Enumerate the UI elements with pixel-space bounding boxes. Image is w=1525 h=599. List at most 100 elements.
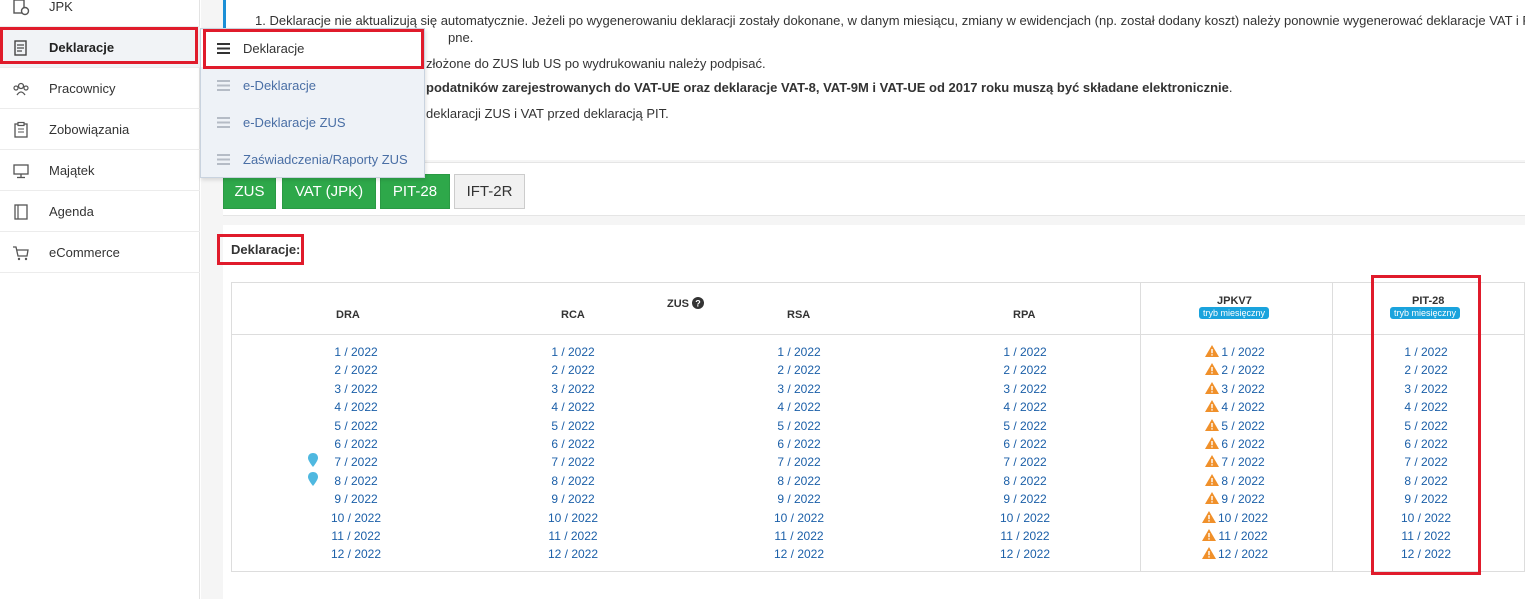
rpa-period-link[interactable]: 3 / 2022 xyxy=(975,380,1075,398)
warning-icon xyxy=(1205,345,1220,357)
jpkv7-period-link[interactable]: 11 / 2022 xyxy=(1218,529,1267,543)
jpkv7-period-link[interactable]: 9 / 2022 xyxy=(1221,492,1264,506)
rca-period-link[interactable]: 7 / 2022 xyxy=(523,453,623,471)
rca-period-link[interactable]: 3 / 2022 xyxy=(523,380,623,398)
dra-period-link[interactable]: 6 / 2022 xyxy=(306,435,406,453)
rsa-period-link[interactable]: 4 / 2022 xyxy=(749,398,849,416)
jpkv7-period-link[interactable]: 2 / 2022 xyxy=(1221,363,1264,377)
sidebar-item-zobowiazania[interactable]: Zobowiązania xyxy=(0,109,200,150)
rca-period-link[interactable]: 11 / 2022 xyxy=(523,527,623,545)
rsa-period-link[interactable]: 5 / 2022 xyxy=(749,417,849,435)
pit28-period-link[interactable]: 6 / 2022 xyxy=(1376,435,1476,453)
dra-period-link[interactable]: 11 / 2022 xyxy=(306,527,406,545)
rsa-period-link[interactable]: 11 / 2022 xyxy=(749,527,849,545)
sidebar-item-majatek[interactable]: Majątek xyxy=(0,150,200,191)
rpa-period-link[interactable]: 7 / 2022 xyxy=(975,453,1075,471)
help-icon[interactable]: ? xyxy=(692,297,705,309)
pit28-period-link[interactable]: 9 / 2022 xyxy=(1376,490,1476,508)
pit28-period-link[interactable]: 8 / 2022 xyxy=(1376,472,1476,490)
dra-period-link[interactable]: 4 / 2022 xyxy=(306,398,406,416)
rca-period-link[interactable]: 9 / 2022 xyxy=(523,490,623,508)
pit28-period-link[interactable]: 4 / 2022 xyxy=(1376,398,1476,416)
submenu-item-e-deklaracje-zus[interactable]: e-Deklaracje ZUS xyxy=(201,104,424,141)
sidebar-item-label: eCommerce xyxy=(49,245,120,260)
sidebar-item-deklaracje[interactable]: Deklaracje xyxy=(0,27,200,68)
pit28-period-link[interactable]: 10 / 2022 xyxy=(1376,509,1476,527)
sidebar-item-label: Zobowiązania xyxy=(49,122,130,137)
submenu-item-label: Zaświadczenia/Raporty ZUS xyxy=(243,152,408,167)
jpkv7-period-row: 1 / 2022 xyxy=(1185,343,1285,361)
submenu-item-e-deklaracje[interactable]: e-Deklaracje xyxy=(201,67,424,104)
jpkv7-period-link[interactable]: 12 / 2022 xyxy=(1218,547,1268,561)
dra-period-link[interactable]: 2 / 2022 xyxy=(306,361,406,379)
jpkv7-period-link[interactable]: 6 / 2022 xyxy=(1221,437,1264,451)
pit28-period-link[interactable]: 5 / 2022 xyxy=(1376,417,1476,435)
jpkv7-period-link[interactable]: 10 / 2022 xyxy=(1218,511,1268,525)
info-line-3: podatników zarejestrowanych do VAT-UE or… xyxy=(426,80,1232,95)
pit28-period-link[interactable]: 1 / 2022 xyxy=(1376,343,1476,361)
jpkv7-period-link[interactable]: 4 / 2022 xyxy=(1221,400,1264,414)
rpa-period-link[interactable]: 9 / 2022 xyxy=(975,490,1075,508)
jpkv7-period-row: 10 / 2022 xyxy=(1185,509,1285,527)
rsa-period-link[interactable]: 2 / 2022 xyxy=(749,361,849,379)
rpa-period-link[interactable]: 12 / 2022 xyxy=(975,545,1075,563)
rca-period-link[interactable]: 10 / 2022 xyxy=(523,509,623,527)
rsa-period-link[interactable]: 10 / 2022 xyxy=(749,509,849,527)
rsa-period-link[interactable]: 9 / 2022 xyxy=(749,490,849,508)
rpa-period-link[interactable]: 5 / 2022 xyxy=(975,417,1075,435)
submenu-item-deklaracje[interactable]: Deklaracje xyxy=(201,30,424,67)
rsa-period-link[interactable]: 7 / 2022 xyxy=(749,453,849,471)
submenu-item-zaswiadczenia[interactable]: Zaświadczenia/Raporty ZUS xyxy=(201,141,424,178)
sidebar-item-ecommerce[interactable]: eCommerce xyxy=(0,232,200,273)
jpkv7-period-link[interactable]: 1 / 2022 xyxy=(1221,345,1264,359)
tab-zus[interactable]: ZUS xyxy=(223,174,276,209)
dra-period-link[interactable]: 5 / 2022 xyxy=(306,417,406,435)
pit28-period-link[interactable]: 11 / 2022 xyxy=(1376,527,1476,545)
rsa-period-link[interactable]: 3 / 2022 xyxy=(749,380,849,398)
rpa-period-link[interactable]: 11 / 2022 xyxy=(975,527,1075,545)
rsa-period-link[interactable]: 8 / 2022 xyxy=(749,472,849,490)
dra-period-link[interactable]: 1 / 2022 xyxy=(306,343,406,361)
rca-period-link[interactable]: 5 / 2022 xyxy=(523,417,623,435)
rsa-period-link[interactable]: 1 / 2022 xyxy=(749,343,849,361)
rca-period-link[interactable]: 4 / 2022 xyxy=(523,398,623,416)
rsa-period-link[interactable]: 12 / 2022 xyxy=(749,545,849,563)
pit28-period-link[interactable]: 2 / 2022 xyxy=(1376,361,1476,379)
rpa-period-link[interactable]: 1 / 2022 xyxy=(975,343,1075,361)
dra-period-link[interactable]: 10 / 2022 xyxy=(306,509,406,527)
dra-period-link[interactable]: 7 / 2022 xyxy=(306,453,406,471)
dra-period-link[interactable]: 8 / 2022 xyxy=(306,472,406,490)
rca-period-link[interactable]: 8 / 2022 xyxy=(523,472,623,490)
column-divider xyxy=(1332,283,1333,571)
rpa-period-link[interactable]: 6 / 2022 xyxy=(975,435,1075,453)
jpkv7-period-link[interactable]: 8 / 2022 xyxy=(1221,474,1264,488)
tab-ift-2r[interactable]: IFT-2R xyxy=(454,174,525,209)
sidebar-item-agenda[interactable]: Agenda xyxy=(0,191,200,232)
rpa-period-link[interactable]: 2 / 2022 xyxy=(975,361,1075,379)
jpkv7-period-link[interactable]: 5 / 2022 xyxy=(1221,419,1264,433)
rca-period-link[interactable]: 6 / 2022 xyxy=(523,435,623,453)
column-header-rca: RCA xyxy=(561,309,585,321)
tab-vat-jpk[interactable]: VAT (JPK) xyxy=(282,174,376,209)
warning-icon xyxy=(1201,547,1216,560)
pit28-period-link[interactable]: 3 / 2022 xyxy=(1376,380,1476,398)
column-header-rsa: RSA xyxy=(787,309,811,321)
dra-period-link[interactable]: 9 / 2022 xyxy=(306,490,406,508)
rca-period-link[interactable]: 12 / 2022 xyxy=(523,545,623,563)
dra-period-link[interactable]: 12 / 2022 xyxy=(306,545,406,563)
dra-period-link[interactable]: 3 / 2022 xyxy=(306,380,406,398)
rsa-period-link[interactable]: 6 / 2022 xyxy=(749,435,849,453)
tab-pit-28[interactable]: PIT-28 xyxy=(380,174,450,209)
sidebar-item-jpk[interactable]: JPK xyxy=(0,0,200,27)
rpa-period-link[interactable]: 8 / 2022 xyxy=(975,472,1075,490)
pit28-period-link[interactable]: 12 / 2022 xyxy=(1376,545,1476,563)
jpkv7-period-link[interactable]: 7 / 2022 xyxy=(1221,455,1264,469)
pit28-period-link[interactable]: 7 / 2022 xyxy=(1376,453,1476,471)
rpa-period-link[interactable]: 4 / 2022 xyxy=(975,398,1075,416)
rca-period-link[interactable]: 1 / 2022 xyxy=(523,343,623,361)
info-line-1: 1. Deklaracje nie aktualizują się automa… xyxy=(255,13,1525,28)
rca-period-link[interactable]: 2 / 2022 xyxy=(523,361,623,379)
rpa-period-link[interactable]: 10 / 2022 xyxy=(975,509,1075,527)
jpkv7-period-link[interactable]: 3 / 2022 xyxy=(1221,382,1264,396)
sidebar-item-pracownicy[interactable]: Pracownicy xyxy=(0,68,200,109)
